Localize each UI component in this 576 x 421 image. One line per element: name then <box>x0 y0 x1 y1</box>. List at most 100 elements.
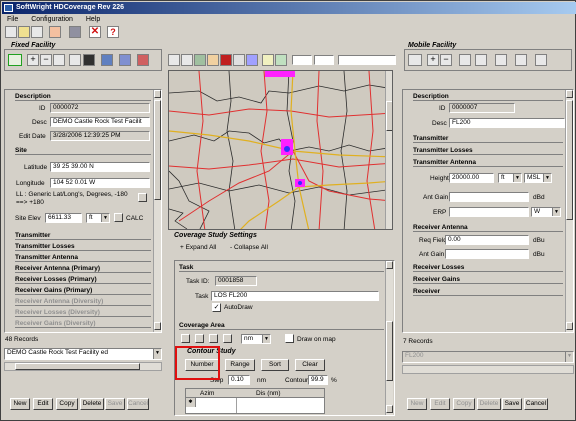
mobile-section-receiver-gains[interactable]: Receiver Gains <box>413 276 563 284</box>
terrain-icon[interactable] <box>194 54 206 66</box>
ant-gain-field[interactable] <box>449 192 529 202</box>
mobile-filter-icon[interactable] <box>515 54 527 66</box>
mobile-section-receiver-antenna[interactable]: Receiver Antenna <box>413 224 563 232</box>
help-icon[interactable]: ? <box>107 26 119 38</box>
mobile-delete-button[interactable]: Delete <box>477 398 501 410</box>
fixed-filter-icon[interactable] <box>119 54 131 66</box>
fixed-cancel-button[interactable]: Cancel <box>127 398 149 410</box>
fixed-section-transmitter-losses[interactable]: Transmitter Losses <box>15 243 151 251</box>
height-ref-select[interactable]: MSL ▼ <box>524 173 552 183</box>
azim-column-header[interactable]: Azim <box>200 390 214 397</box>
scroll-up-arrow[interactable] <box>566 90 573 98</box>
fixed-export-icon[interactable] <box>101 54 113 66</box>
site-elev-field[interactable]: 6611.33 <box>45 213 82 223</box>
area-radial-icon[interactable] <box>195 334 204 343</box>
fixed-section-rx-losses-diversity[interactable]: Receiver Losses (Diversity) <box>15 309 151 317</box>
scroll-up-arrow[interactable] <box>386 261 393 269</box>
fixed-delete-button[interactable]: Delete <box>80 398 104 410</box>
save-icon[interactable] <box>31 26 43 38</box>
fixed-site-header[interactable]: Site <box>15 147 151 155</box>
zoom-icon[interactable] <box>168 54 180 66</box>
menu-help[interactable]: Help <box>86 16 100 23</box>
fixed-copy-button[interactable]: Copy <box>56 398 78 410</box>
profile-icon[interactable] <box>275 54 287 66</box>
map-field-2[interactable] <box>314 55 334 65</box>
mobile-new-button[interactable]: New <box>407 398 427 410</box>
fixed-grid-icon[interactable] <box>69 54 81 66</box>
open-folder-icon[interactable] <box>18 26 30 38</box>
fixed-section-transmitter[interactable]: Transmitter <box>15 232 151 240</box>
mobile-save-button[interactable]: Save <box>502 398 522 410</box>
fixed-section-transmitter-antenna[interactable]: Transmitter Antenna <box>15 254 151 262</box>
fixed-edit-date-field[interactable]: 3/28/2006 12:39:25 PM <box>50 131 150 141</box>
contour-field[interactable]: 99.9 <box>308 375 328 385</box>
fixed-binoculars-icon[interactable] <box>83 54 95 66</box>
print-icon[interactable] <box>69 26 81 38</box>
map-scroll-thumb[interactable] <box>386 101 392 131</box>
expand-all-link[interactable]: + Expand All <box>180 244 216 251</box>
fixed-new-button[interactable]: New <box>10 398 30 410</box>
mobile-section-receiver-losses[interactable]: Receiver Losses <box>413 264 563 272</box>
fixed-section-rx-losses-primary[interactable]: Receiver Losses (Primary) <box>15 276 151 284</box>
height-field[interactable]: 20000.00 <box>449 173 494 183</box>
autodraw-checkbox[interactable]: ✓ <box>212 303 221 312</box>
clear-button[interactable]: Clear <box>295 359 325 371</box>
map-field-1[interactable] <box>292 55 312 65</box>
collapse-all-link[interactable]: - Collapse All <box>230 244 268 251</box>
mobile-binoculars-icon[interactable] <box>475 54 487 66</box>
area-custom-icon[interactable] <box>223 334 232 343</box>
fixed-edit-button[interactable]: Edit <box>33 398 53 410</box>
mobile-section-transmitter[interactable]: Transmitter <box>413 135 563 143</box>
map-scrollbar[interactable] <box>385 71 392 229</box>
scroll-up-arrow[interactable] <box>154 90 161 98</box>
ll-pick-button[interactable] <box>138 193 147 202</box>
step-field[interactable]: 0.10 <box>228 375 250 385</box>
site-elev-unit-select[interactable]: ft ▼ <box>86 213 110 223</box>
fixed-add-icon[interactable]: + <box>27 54 39 66</box>
close-x-icon[interactable]: ✕ <box>89 26 101 38</box>
mobile-desc-field[interactable]: FL200 <box>449 118 565 128</box>
globe-icon[interactable] <box>220 54 232 66</box>
pan-hand-icon[interactable] <box>181 54 193 66</box>
mobile-section-receiver[interactable]: Receiver <box>413 288 563 296</box>
latitude-field[interactable]: 39 25 39.00 N <box>50 162 150 172</box>
fixed-panel-scrollbar[interactable] <box>153 90 161 332</box>
mobile-add-icon[interactable]: + <box>427 54 439 66</box>
mobile-export-icon[interactable] <box>495 54 507 66</box>
mobile-remove-icon[interactable]: − <box>440 54 452 66</box>
range-button[interactable]: Range <box>225 359 255 371</box>
mobile-edit-button[interactable]: Edit <box>430 398 450 410</box>
fixed-save-button[interactable]: Save <box>105 398 125 410</box>
contour-table[interactable]: Azim Dis (nm) ✱ <box>185 388 325 414</box>
height-unit-select[interactable]: ft ▼ <box>498 173 522 183</box>
fixed-list-icon[interactable] <box>53 54 65 66</box>
layers-icon[interactable] <box>207 54 219 66</box>
fixed-section-rx-gains-diversity[interactable]: Receiver Gains (Diversity) <box>15 320 151 328</box>
dis-column-header[interactable]: Dis (nm) <box>256 390 281 397</box>
mobile-link-icon[interactable] <box>408 54 422 66</box>
scroll-thumb[interactable] <box>386 321 393 381</box>
req-field-input[interactable]: 0.00 <box>445 235 529 245</box>
longitude-field[interactable]: 104 52 0.01 W <box>50 178 150 188</box>
task-field[interactable]: LOS FL200 <box>211 291 379 301</box>
mobile-panel-scrollbar[interactable] <box>565 90 573 332</box>
erp-unit-select[interactable]: W ▼ <box>531 207 561 217</box>
fixed-hscroll[interactable] <box>4 362 162 371</box>
menu-file[interactable]: File <box>7 16 18 23</box>
fixed-desc-field[interactable]: DEMO Castle Rock Test Facilit <box>50 117 150 127</box>
fixed-link-icon[interactable] <box>8 54 22 66</box>
calc-checkbox[interactable] <box>114 213 123 222</box>
edit-icon[interactable] <box>49 26 61 38</box>
measure-icon[interactable] <box>262 54 274 66</box>
mobile-copy-button[interactable]: Copy <box>453 398 475 410</box>
scroll-down-arrow[interactable] <box>566 322 573 330</box>
fixed-section-rx-gains-primary[interactable]: Receiver Gains (Primary) <box>15 287 151 295</box>
menu-configuration[interactable]: Configuration <box>31 16 73 23</box>
mobile-record-select[interactable]: FL200 ▼ <box>402 351 574 363</box>
fixed-section-rx-antenna-primary[interactable]: Receiver Antenna (Primary) <box>15 265 151 273</box>
mobile-id-field[interactable]: 0000007 <box>449 103 515 113</box>
coverage-area-header[interactable]: Coverage Area <box>179 322 384 330</box>
fixed-id-field[interactable]: 0000072 <box>50 103 150 113</box>
mobile-section-transmitter-antenna[interactable]: Transmitter Antenna <box>413 159 563 167</box>
target-icon[interactable] <box>233 54 245 66</box>
